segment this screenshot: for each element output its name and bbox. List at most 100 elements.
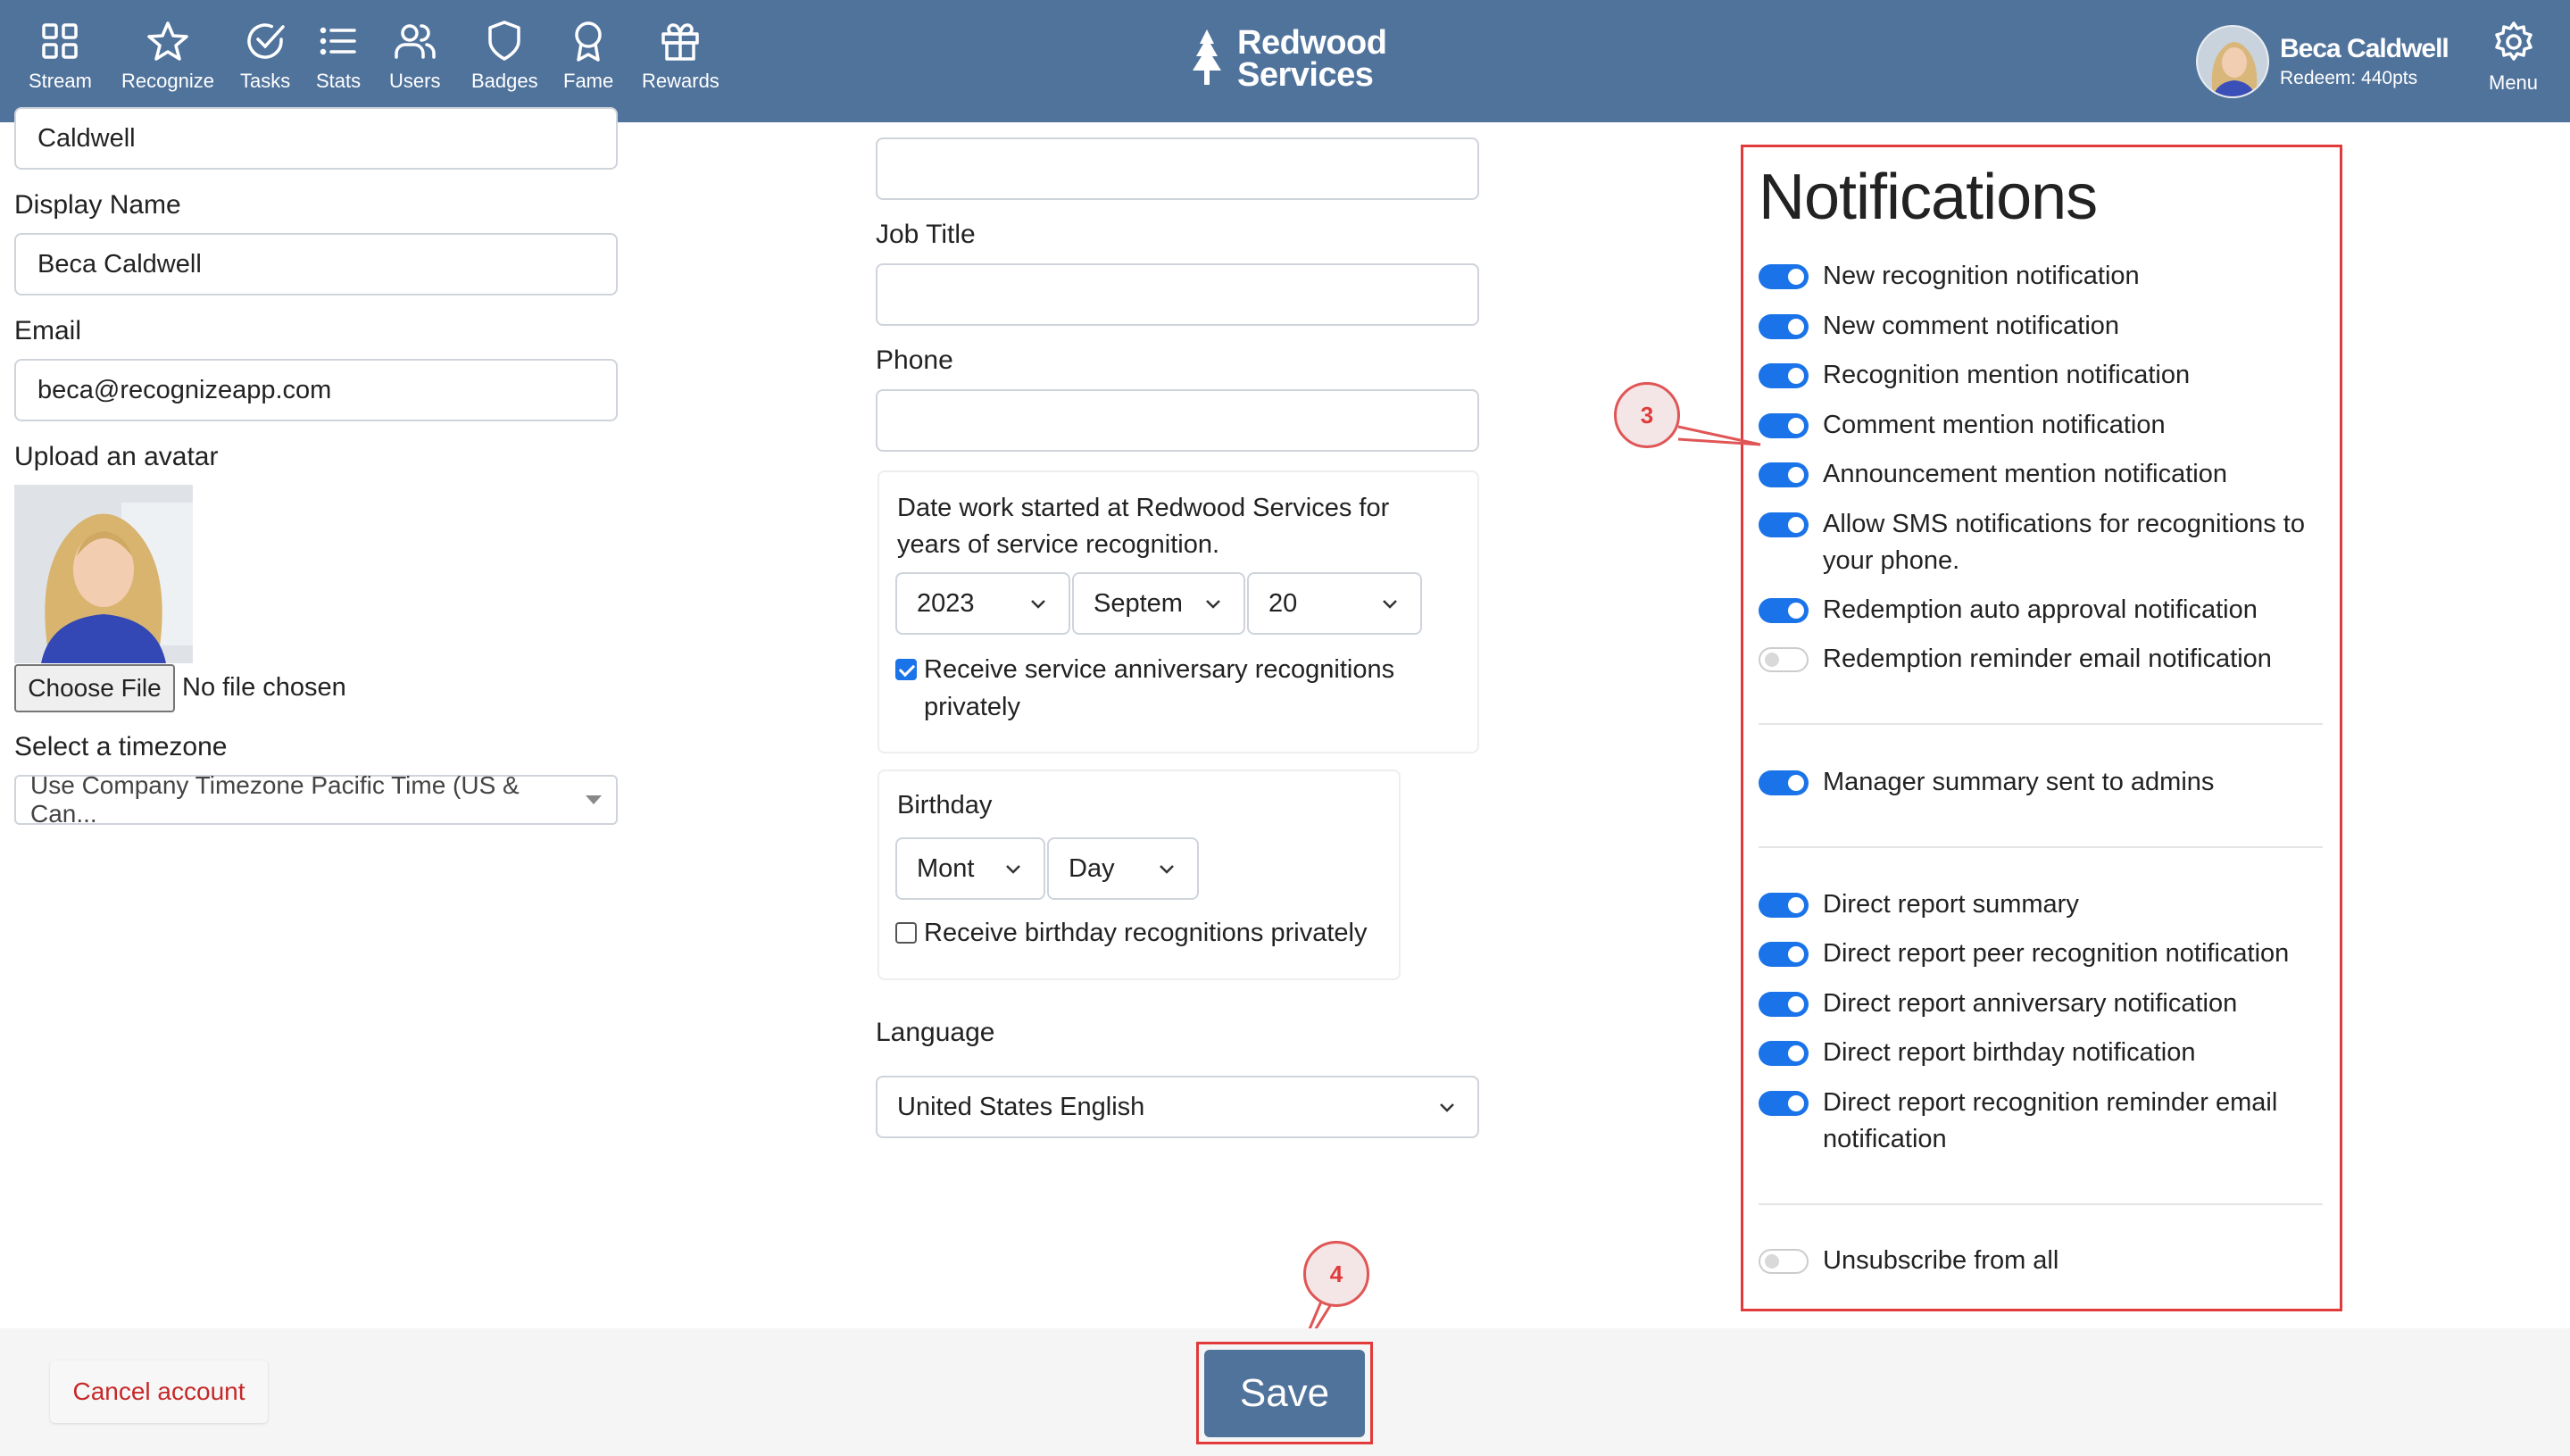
notif-row[interactable]: Direct report peer recognition notificat… bbox=[1759, 936, 2323, 972]
anniversary-private-checkbox[interactable] bbox=[895, 659, 917, 680]
cancel-account-button[interactable]: Cancel account bbox=[50, 1360, 268, 1423]
user-points: Redeem: 440pts bbox=[2280, 68, 2418, 88]
start-date-description: Date work started at Redwood Services fo… bbox=[897, 494, 1390, 559]
notif-row[interactable]: Unsubscribe from all bbox=[1759, 1243, 2323, 1279]
notif-label: Announcement mention notification bbox=[1823, 460, 2228, 488]
nav-label: Tasks bbox=[240, 70, 291, 92]
notif-row[interactable]: Redemption reminder email notification bbox=[1759, 641, 2323, 678]
nav-stream[interactable]: Stream bbox=[29, 20, 92, 93]
choose-file-button[interactable]: Choose File bbox=[14, 664, 175, 712]
notif-label: Direct report anniversary notification bbox=[1823, 989, 2238, 1018]
toggle-switch[interactable] bbox=[1759, 363, 1809, 388]
toggle-switch[interactable] bbox=[1759, 942, 1809, 967]
display-name-field[interactable]: Beca Caldwell bbox=[14, 233, 618, 295]
avatar bbox=[2196, 25, 2269, 98]
notif-label: Unsubscribe from all bbox=[1823, 1246, 2059, 1275]
notif-row[interactable]: Comment mention notification bbox=[1759, 407, 2323, 444]
users-icon bbox=[394, 24, 436, 59]
notif-row[interactable]: Recognition mention notification bbox=[1759, 357, 2323, 394]
phone-field[interactable] bbox=[876, 389, 1479, 452]
job-title-label: Job Title bbox=[876, 220, 976, 249]
notif-row[interactable]: Allow SMS notifications for recognitions… bbox=[1759, 506, 2323, 579]
birthday-private-label: Receive birthday recognitions privately bbox=[924, 919, 1368, 947]
avatar-image bbox=[2198, 27, 2267, 96]
notif-label: Direct report recognition reminder email… bbox=[1823, 1088, 2278, 1153]
start-day-select[interactable]: 20 bbox=[1247, 572, 1422, 635]
notif-row[interactable]: New recognition notification bbox=[1759, 258, 2323, 295]
brand-name: Redwood Services bbox=[1237, 26, 1387, 94]
chevron-down-icon bbox=[1440, 1103, 1454, 1112]
toggle-switch[interactable] bbox=[1759, 893, 1809, 918]
notif-row[interactable]: Announcement mention notification bbox=[1759, 456, 2323, 493]
birthday-private-option[interactable]: Receive birthday recognitions privately bbox=[895, 914, 1395, 952]
notif-row[interactable]: Direct report recognition reminder email… bbox=[1759, 1085, 2323, 1158]
toggle-switch[interactable] bbox=[1759, 598, 1809, 623]
top-text-field[interactable] bbox=[876, 137, 1479, 200]
email-label: Email bbox=[14, 316, 82, 345]
toggle-switch[interactable] bbox=[1759, 770, 1809, 795]
language-select[interactable]: United States English bbox=[876, 1076, 1479, 1138]
brand-line-2: Services bbox=[1237, 56, 1374, 94]
save-button[interactable]: Save bbox=[1204, 1350, 1365, 1437]
chevron-down-icon bbox=[1031, 600, 1045, 609]
notif-label: Direct report summary bbox=[1823, 890, 2079, 919]
nav-tasks[interactable]: Tasks bbox=[240, 20, 290, 93]
avatar-photo bbox=[14, 485, 193, 663]
step-3-callout: 3 bbox=[1614, 382, 1680, 448]
toggle-switch[interactable] bbox=[1759, 1041, 1809, 1066]
birthday-private-checkbox[interactable] bbox=[895, 922, 917, 944]
toggle-switch[interactable] bbox=[1759, 413, 1809, 438]
job-title-field[interactable] bbox=[876, 263, 1479, 326]
timezone-select[interactable]: Use Company Timezone Pacific Time (US & … bbox=[14, 771, 618, 828]
birthday-day-value: Day bbox=[1069, 853, 1115, 883]
toggle-switch[interactable] bbox=[1759, 462, 1809, 487]
nav-fame[interactable]: Fame bbox=[563, 20, 613, 93]
notif-label: Redemption auto approval notification bbox=[1823, 595, 2258, 624]
chevron-down-icon bbox=[1383, 600, 1397, 609]
timezone-label: Select a timezone bbox=[14, 732, 228, 761]
notif-row[interactable]: Direct report birthday notification bbox=[1759, 1035, 2323, 1071]
file-status-text: No file chosen bbox=[182, 673, 346, 702]
toggle-switch[interactable] bbox=[1759, 992, 1809, 1017]
notif-row[interactable]: Manager summary sent to admins bbox=[1759, 764, 2323, 801]
nav-recognize[interactable]: Recognize bbox=[121, 20, 214, 93]
chevron-down-icon bbox=[1006, 865, 1020, 874]
nav-users[interactable]: Users bbox=[389, 20, 440, 93]
anniversary-private-label: Receive service anniversary recognitions… bbox=[924, 655, 1395, 721]
check-circle-icon bbox=[247, 23, 285, 59]
notif-row[interactable]: Direct report summary bbox=[1759, 886, 2323, 923]
language-label: Language bbox=[876, 1018, 995, 1047]
toggle-switch[interactable] bbox=[1759, 1091, 1809, 1116]
toggle-switch[interactable] bbox=[1759, 1249, 1809, 1274]
toggle-switch[interactable] bbox=[1759, 264, 1809, 289]
birthday-month-select[interactable]: Mont bbox=[895, 837, 1045, 900]
start-year-select[interactable]: 2023 bbox=[895, 572, 1070, 635]
chevron-down-icon bbox=[1206, 600, 1220, 609]
nav-rewards[interactable]: Rewards bbox=[642, 20, 719, 93]
phone-label: Phone bbox=[876, 345, 953, 375]
gear-icon bbox=[2494, 21, 2533, 61]
brand-logo[interactable]: Redwood Services bbox=[1185, 26, 1387, 94]
nav-label: Badges bbox=[471, 70, 538, 92]
email-field[interactable]: beca@recognizeapp.com bbox=[14, 359, 618, 421]
anniversary-private-option[interactable]: Receive service anniversary recognitions… bbox=[895, 651, 1449, 726]
start-month-select[interactable]: Septem bbox=[1072, 572, 1245, 635]
notif-row[interactable]: New comment notification bbox=[1759, 308, 2323, 345]
birthday-day-select[interactable]: Day bbox=[1047, 837, 1199, 900]
birthday-label: Birthday bbox=[897, 791, 993, 820]
nav-label: Stream bbox=[29, 70, 92, 92]
toggle-switch[interactable] bbox=[1759, 314, 1809, 339]
user-profile[interactable]: Beca Caldwell Redeem: 440pts bbox=[2196, 25, 2449, 98]
notif-row[interactable]: Direct report anniversary notification bbox=[1759, 986, 2323, 1022]
menu-button[interactable]: Menu bbox=[2489, 20, 2538, 95]
avatar-upload-label: Upload an avatar bbox=[14, 442, 219, 471]
toggle-switch[interactable] bbox=[1759, 647, 1809, 672]
last-name-field[interactable]: Caldwell bbox=[14, 107, 618, 170]
notif-row[interactable]: Redemption auto approval notification bbox=[1759, 592, 2323, 628]
nav-stats[interactable]: Stats bbox=[316, 20, 361, 93]
gift-icon bbox=[661, 23, 700, 61]
notif-label: Recognition mention notification bbox=[1823, 361, 2191, 389]
nav-badges[interactable]: Badges bbox=[471, 20, 538, 93]
notif-label: Direct report birthday notification bbox=[1823, 1038, 2196, 1067]
toggle-switch[interactable] bbox=[1759, 512, 1809, 537]
